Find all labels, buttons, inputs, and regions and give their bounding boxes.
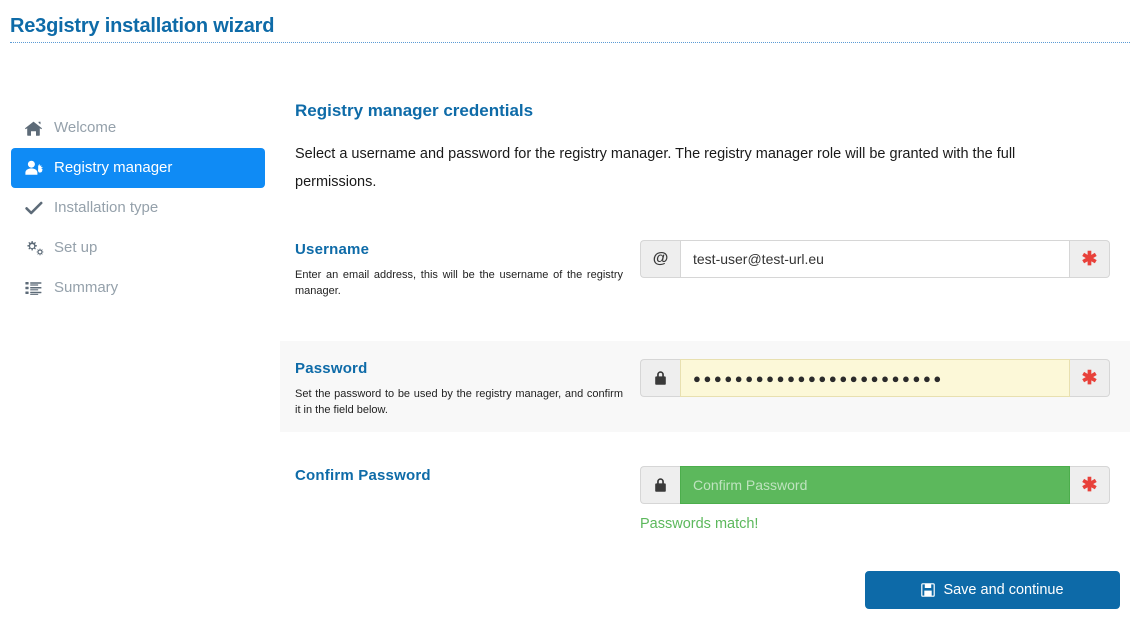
user-gear-icon: [25, 159, 47, 177]
required-asterisk-icon: ✱: [1070, 466, 1110, 504]
required-asterisk-icon: ✱: [1070, 240, 1110, 278]
sidebar-item-label: Set up: [54, 239, 98, 256]
sidebar-item-welcome[interactable]: Welcome: [11, 108, 265, 148]
password-label: Password: [295, 360, 368, 377]
password-field-info: Password Set the password to be used by …: [295, 357, 640, 418]
save-floppy-icon: [921, 583, 936, 597]
main-content: Registry manager credentials Select a us…: [280, 100, 1130, 548]
at-icon: @: [640, 240, 680, 278]
password-input-group: ●●●●●●●●●●●●●●●●●●●●●●●● ✱: [640, 359, 1110, 397]
sidebar-item-label: Summary: [54, 279, 119, 296]
save-and-continue-button[interactable]: Save and continue: [865, 571, 1120, 609]
confirm-password-field-info: Confirm Password: [295, 464, 640, 493]
lock-icon: [640, 466, 680, 504]
check-icon: [25, 199, 47, 217]
sidebar-item-label: Welcome: [54, 119, 117, 136]
installation-wizard-page: Re3gistry installation wizard Welcome Re…: [0, 0, 1140, 619]
sidebar-item-label: Registry manager: [54, 159, 173, 176]
home-icon: [25, 119, 47, 137]
required-asterisk-icon: ✱: [1070, 359, 1110, 397]
section-title: Registry manager credentials: [295, 101, 534, 120]
save-and-continue-label: Save and continue: [943, 582, 1064, 598]
confirm-password-input[interactable]: [680, 466, 1070, 504]
username-input[interactable]: [680, 240, 1070, 278]
password-field-control: ●●●●●●●●●●●●●●●●●●●●●●●● ✱: [640, 357, 1115, 397]
wizard-steps-sidebar: Welcome Registry manager Installation ty…: [11, 108, 265, 308]
username-input-group: @ ✱: [640, 240, 1110, 278]
page-header: Re3gistry installation wizard: [10, 14, 1130, 44]
password-help-text: Set the password to be used by the regis…: [295, 388, 623, 416]
password-input[interactable]: ●●●●●●●●●●●●●●●●●●●●●●●●: [680, 359, 1070, 397]
passwords-match-message: Passwords match!: [640, 516, 759, 532]
list-icon: [25, 279, 47, 297]
cogs-icon: [25, 239, 47, 257]
lock-icon: [640, 359, 680, 397]
sidebar-item-registry-manager[interactable]: Registry manager: [11, 148, 265, 188]
username-field-row: Username Enter an email address, this wi…: [280, 222, 1130, 313]
username-field-info: Username Enter an email address, this wi…: [295, 238, 640, 299]
confirm-password-label: Confirm Password: [295, 467, 431, 484]
confirm-password-input-group: ✱: [640, 466, 1110, 504]
confirm-password-field-control: ✱ Passwords match!: [640, 464, 1115, 534]
sidebar-item-summary[interactable]: Summary: [11, 268, 265, 308]
confirm-password-field-row: Confirm Password ✱ Passwords match!: [280, 448, 1130, 548]
sidebar-item-label: Installation type: [54, 199, 159, 216]
section-description: Select a username and password for the r…: [295, 146, 1016, 190]
header-divider: [10, 42, 1130, 43]
username-help-text: Enter an email address, this will be the…: [295, 269, 623, 297]
username-label: Username: [295, 241, 370, 258]
sidebar-item-set-up[interactable]: Set up: [11, 228, 265, 268]
page-title: Re3gistry installation wizard: [10, 15, 275, 37]
username-field-control: @ ✱: [640, 238, 1115, 278]
password-field-row: Password Set the password to be used by …: [280, 341, 1130, 432]
sidebar-item-installation-type[interactable]: Installation type: [11, 188, 265, 228]
